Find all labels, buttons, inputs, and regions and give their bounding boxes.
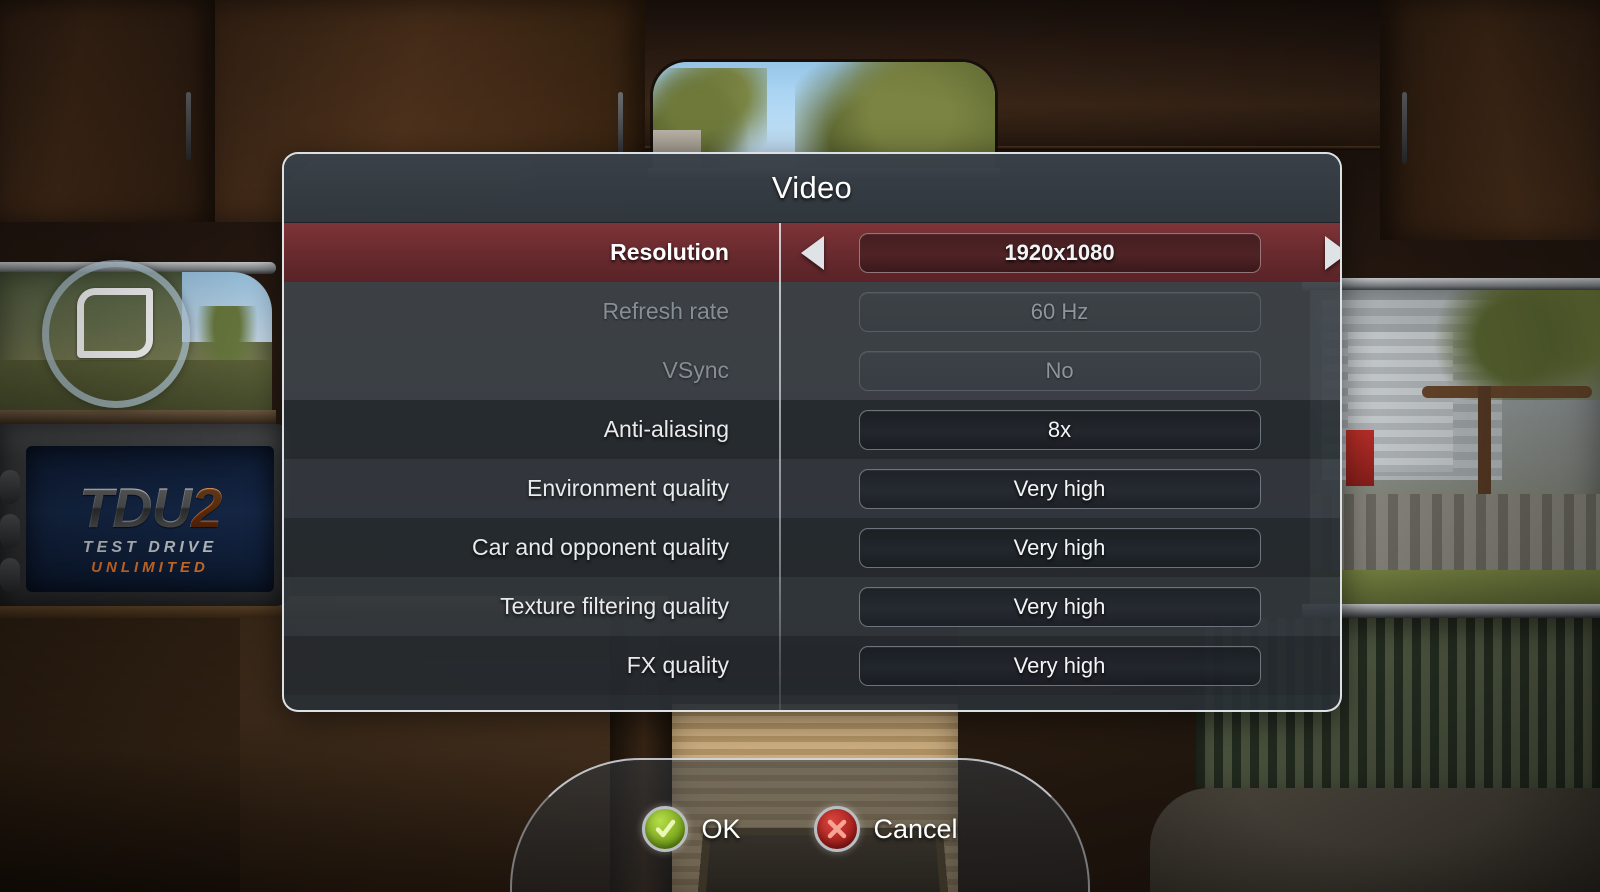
setting-control: Very high: [779, 459, 1340, 518]
setting-row: VSync No: [284, 341, 1340, 400]
hanging-cloth: [1346, 430, 1374, 486]
game-logo-subtitle: TEST DRIVE: [82, 539, 218, 556]
setting-control: 60 Hz: [779, 282, 1340, 341]
setting-label: Environment quality: [527, 475, 729, 501]
television: TDU2 TEST DRIVE UNLIMITED: [0, 424, 290, 606]
setting-value[interactable]: Very high: [858, 645, 1261, 686]
setting-value: No: [858, 350, 1261, 391]
cancel-button-label: Cancel: [873, 813, 958, 844]
setting-label: Texture filtering quality: [500, 593, 729, 619]
left-window-frame-bottom: [0, 410, 276, 424]
setting-control: Very high: [779, 518, 1340, 577]
setting-value[interactable]: Very high: [858, 527, 1261, 568]
outdoor-tree: [1430, 290, 1600, 400]
video-settings-dialog: Video Resolution 1920x1080 Refresh rate 60 …: [282, 152, 1342, 712]
ok-button-label: OK: [701, 813, 741, 844]
setting-value: 60 Hz: [858, 291, 1261, 332]
settings-row-list: Resolution 1920x1080 Refresh rate 60 Hz VSyn…: [284, 223, 1340, 710]
right-window-frame-bottom: [1302, 604, 1600, 618]
stone-wall: [1310, 494, 1600, 578]
setting-row: Refresh rate 60 Hz: [284, 282, 1340, 341]
setting-row[interactable]: Anti-aliasing 8x: [284, 400, 1340, 459]
ok-button[interactable]: OK: [642, 806, 740, 852]
floor-left-secondary: [0, 606, 240, 892]
game-logo: TDU2 TEST DRIVE UNLIMITED: [26, 480, 274, 577]
clothesline-crossbar: [1422, 386, 1592, 398]
cancel-button[interactable]: Cancel: [814, 806, 958, 852]
setting-control: 8x: [779, 400, 1340, 459]
setting-value[interactable]: Very high: [858, 586, 1261, 627]
setting-control: Very high: [779, 577, 1340, 636]
cabinet-door-left: [0, 0, 218, 222]
game-logo-digit: 2: [190, 476, 222, 539]
setting-row[interactable]: Resolution 1920x1080: [284, 223, 1340, 282]
setting-label: FX quality: [626, 652, 729, 678]
setting-value[interactable]: 8x: [858, 409, 1261, 450]
action-buttons: OK Cancel: [512, 806, 1088, 852]
check-icon: [642, 806, 689, 852]
setting-label: Anti-aliasing: [603, 416, 729, 442]
cabinet-door-far-right: [1380, 0, 1600, 240]
setting-control: 1920x1080: [779, 223, 1340, 282]
setting-label: VSync: [662, 357, 729, 383]
right-arrow-icon[interactable]: [1325, 235, 1340, 270]
tv-screen: TDU2 TEST DRIVE UNLIMITED: [26, 446, 274, 592]
game-logo-text: TDU: [78, 476, 192, 539]
setting-label: Resolution: [610, 239, 729, 265]
setting-row[interactable]: Car and opponent quality Very high: [284, 518, 1340, 577]
action-bar: OK Cancel: [510, 758, 1090, 892]
left-arrow-icon[interactable]: [801, 235, 824, 270]
cross-icon: [814, 806, 861, 852]
game-screen: TDU2 TEST DRIVE UNLIMITED Video Resoluti…: [0, 0, 1600, 892]
dialog-title: Video: [284, 154, 1340, 223]
setting-row[interactable]: FX quality Very high: [284, 636, 1340, 695]
setting-value[interactable]: 1920x1080: [858, 232, 1261, 273]
setting-control: Very high: [779, 636, 1340, 695]
setting-row[interactable]: Texture filtering quality Very high: [284, 577, 1340, 636]
setting-value[interactable]: Very high: [858, 468, 1261, 509]
right-window: [1310, 290, 1600, 610]
sofa-seat: [1150, 788, 1600, 892]
setting-control: No: [779, 341, 1340, 400]
setting-row[interactable]: Environment quality Very high: [284, 459, 1340, 518]
setting-label: Refresh rate: [602, 298, 729, 324]
setting-label: Car and opponent quality: [471, 534, 729, 560]
tv-knobs: [0, 460, 24, 592]
game-logo-main: TDU2: [26, 480, 274, 536]
game-logo-subtitle-2: UNLIMITED: [91, 559, 209, 576]
hud-glyph-icon: [77, 288, 153, 358]
